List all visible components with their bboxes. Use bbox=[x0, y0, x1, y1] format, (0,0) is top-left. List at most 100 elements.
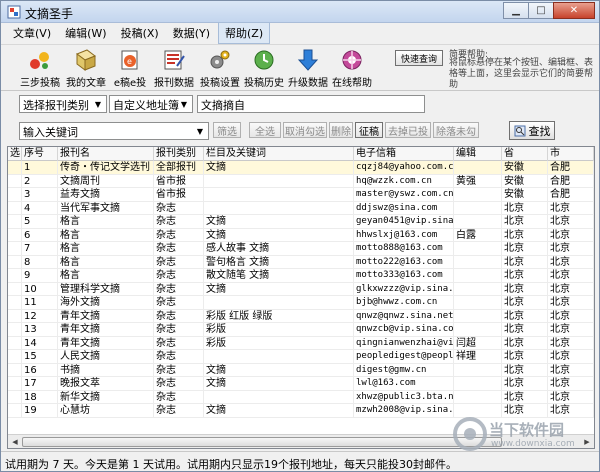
collect-button[interactable]: 征稿 bbox=[355, 122, 383, 138]
row-checkbox-cell[interactable] bbox=[8, 201, 22, 214]
table-row[interactable]: 9 格言 杂志 散文随笔 文摘 motto333@163.com 北京 北京 bbox=[8, 269, 594, 283]
table-row[interactable]: 8 格言 杂志 警句格言 文摘 motto222@163.com 北京 北京 bbox=[8, 255, 594, 269]
row-checkbox-cell[interactable] bbox=[8, 309, 22, 322]
column-header[interactable]: 省 bbox=[502, 147, 548, 161]
table-row[interactable]: 13 青年文摘 杂志 彩版 qnwzcb@vip.sina.com 北京 北京 bbox=[8, 323, 594, 337]
column-header[interactable]: 编辑 bbox=[454, 147, 502, 161]
menu-edit[interactable]: 编辑(W) bbox=[59, 23, 112, 43]
category-select[interactable]: 选择报刊类别 ▼ bbox=[19, 95, 107, 113]
row-checkbox-cell[interactable] bbox=[8, 296, 22, 309]
table-row[interactable]: 12 青年文摘 杂志 彩版 红版 绿版 qnwz@qnwz.sina.net 北京 北京 bbox=[8, 309, 594, 323]
table-row[interactable]: 15 人民文摘 杂志 peopledigest@people. 祥理 北京 北京 bbox=[8, 350, 594, 364]
table-cell: bjb@hwwz.com.cn bbox=[354, 296, 454, 309]
table-cell: 北京 bbox=[548, 390, 594, 403]
table-cell: ddjswz@sina.com bbox=[354, 201, 454, 214]
scrollbar-thumb[interactable] bbox=[22, 437, 502, 447]
table-row[interactable]: 18 新华文摘 杂志 xhwz@public3.bta.net 北京 北京 bbox=[8, 390, 594, 404]
row-checkbox-cell[interactable] bbox=[8, 255, 22, 268]
column-header[interactable]: 电子信箱 bbox=[354, 147, 454, 161]
table-row[interactable]: 10管理科学文摘杂志文摘glkxwzzz@vip.sina.com 北京北京 bbox=[8, 282, 594, 296]
journal-data-button[interactable]: 报刊数据 bbox=[151, 48, 197, 90]
row-checkbox-cell[interactable] bbox=[8, 215, 22, 228]
table-row[interactable]: 14 青年文摘 杂志 彩版 qingnianwenzhai@vip. 闫超 北京 北京 bbox=[8, 336, 594, 350]
table-cell: 11 bbox=[22, 296, 58, 309]
remove-submitted-button[interactable]: 去掉已投 bbox=[385, 122, 431, 138]
row-checkbox-cell[interactable] bbox=[8, 363, 22, 376]
online-help-button[interactable]: 在线帮助 bbox=[329, 48, 375, 90]
menu-data[interactable]: 数据(Y) bbox=[167, 23, 216, 43]
table-cell: 北京 bbox=[548, 323, 594, 336]
row-checkbox-cell[interactable] bbox=[8, 161, 22, 174]
menu-submit[interactable]: 投稿(X) bbox=[115, 23, 165, 43]
table-cell: 杂志 bbox=[154, 323, 204, 336]
submit-settings-button[interactable]: 投稿设置 bbox=[197, 48, 243, 90]
table-cell: 合肥 bbox=[548, 174, 594, 187]
menu-help[interactable]: 帮助(Z) bbox=[218, 22, 271, 44]
my-articles-button[interactable]: 我的文章 bbox=[63, 48, 109, 90]
table-row[interactable]: 17 晚报文萃 杂志 文摘 lwl@163.com 北京 北京 bbox=[8, 377, 594, 391]
svg-text:e: e bbox=[127, 57, 132, 66]
row-checkbox-cell[interactable] bbox=[8, 242, 22, 255]
table-cell: qnwzcb@vip.sina.com bbox=[356, 323, 454, 336]
uncheck-button[interactable]: 取消勾选 bbox=[283, 122, 327, 138]
column-header[interactable]: 栏目及关键词 bbox=[204, 147, 354, 161]
maximize-button[interactable]: □ bbox=[528, 2, 554, 19]
table-cell: 北京 bbox=[502, 323, 548, 336]
table-row[interactable]: 7 格言 杂志 感人故事 文摘 motto888@163.com 北京 北京 bbox=[8, 242, 594, 256]
table-cell: 北京 bbox=[502, 228, 548, 241]
table-row[interactable]: 11 海外文摘 杂志 bjb@hwwz.com.cn 北京 北京 bbox=[8, 296, 594, 310]
keyword-input[interactable]: 输入关键词 ▼ bbox=[19, 122, 209, 140]
row-checkbox-cell[interactable] bbox=[8, 228, 22, 241]
table-cell: 感人故事 文摘 bbox=[204, 242, 354, 255]
column-header[interactable]: 选 bbox=[8, 147, 22, 161]
row-checkbox-cell[interactable] bbox=[8, 174, 22, 187]
column-header[interactable]: 报刊类别 bbox=[154, 147, 204, 161]
table-row[interactable]: 16 书摘 杂志 文摘 digest@gmw.cn 北京 北京 bbox=[8, 363, 594, 377]
table-row[interactable]: 6 格言 杂志 文摘 hhwslxj@163.com 白露 北京 北京 bbox=[8, 228, 594, 242]
table-row[interactable]: 4 当代军事文摘 杂志 ddjswz@sina.com 北京 北京 bbox=[8, 201, 594, 215]
table-row[interactable]: 1 传奇・传记文学选刊 全部报刊 文摘 cqzj84@yahoo.com.cn 安徽 合肥 bbox=[8, 161, 594, 175]
scroll-left-icon[interactable]: ◀ bbox=[9, 436, 21, 448]
row-checkbox-cell[interactable] bbox=[8, 323, 22, 336]
row-checkbox-cell[interactable] bbox=[8, 269, 22, 282]
select-all-button[interactable]: 全选 bbox=[249, 122, 281, 138]
minimize-button[interactable]: ▁ bbox=[503, 2, 529, 19]
column-header[interactable]: 报刊名 bbox=[58, 147, 154, 161]
status-text: 试用期为 7 天。今天是第 1 天试用。试用期内只显示19个报刊地址，每天只能投… bbox=[5, 458, 457, 471]
address-book-select[interactable]: 自定义地址簿 ▼ bbox=[109, 95, 193, 113]
row-checkbox-cell[interactable] bbox=[8, 336, 22, 349]
row-checkbox-cell[interactable] bbox=[8, 390, 22, 403]
table-cell: lwl@163.com bbox=[354, 377, 454, 390]
delete-button[interactable]: 删除 bbox=[329, 122, 353, 138]
upgrade-data-button[interactable]: 升级数据 bbox=[285, 48, 331, 90]
close-button[interactable]: ✕ bbox=[553, 2, 595, 19]
row-checkbox-cell[interactable] bbox=[8, 188, 22, 201]
column-header[interactable]: 序号 bbox=[22, 147, 58, 161]
table-row[interactable]: 2 文摘周刊 省市报 hq@wzzk.com.cn 黄强 安徽 合肥 bbox=[8, 174, 594, 188]
table-row[interactable]: 5 格言 杂志 文摘 geyan0451@vip.sina.c 北京 北京 bbox=[8, 215, 594, 229]
table-cell: 文摘 bbox=[204, 215, 354, 228]
email-submit-button[interactable]: e e稿e投 bbox=[107, 48, 153, 90]
row-checkbox-cell[interactable] bbox=[8, 350, 22, 363]
table-row[interactable]: 3 益寿文摘 省市报 master@yswz.com.cn 安徽 合肥 bbox=[8, 188, 594, 202]
column-header[interactable]: 市 bbox=[548, 147, 594, 161]
row-checkbox-cell[interactable] bbox=[8, 404, 22, 417]
quick-query-button[interactable]: 快速查询 bbox=[395, 50, 443, 66]
exclude-unchecked-button[interactable]: 除落未勾 bbox=[433, 122, 479, 138]
table-cell: 安徽 bbox=[502, 188, 548, 201]
search-button[interactable]: 查找 bbox=[509, 121, 555, 140]
table-cell: 青年文摘 bbox=[58, 323, 154, 336]
row-checkbox-cell[interactable] bbox=[8, 377, 22, 390]
table-cell: xhwz@public3.bta.net bbox=[356, 390, 454, 403]
table-cell: 青年文摘 bbox=[58, 336, 154, 349]
table-cell: 心慧坊 bbox=[58, 404, 154, 417]
three-step-submit-button[interactable]: 三步投稿 bbox=[17, 48, 63, 90]
chevron-down-icon: ▼ bbox=[94, 99, 102, 109]
row-checkbox-cell[interactable] bbox=[8, 282, 22, 295]
submit-history-button[interactable]: 投稿历史 bbox=[241, 48, 287, 90]
table-cell: 杂志 bbox=[154, 296, 204, 309]
menu-article[interactable]: 文章(V) bbox=[7, 23, 57, 43]
filter-button[interactable]: 筛选 bbox=[213, 122, 241, 138]
table-cell bbox=[454, 161, 502, 174]
source-field[interactable]: 文摘摘自 bbox=[197, 95, 425, 113]
